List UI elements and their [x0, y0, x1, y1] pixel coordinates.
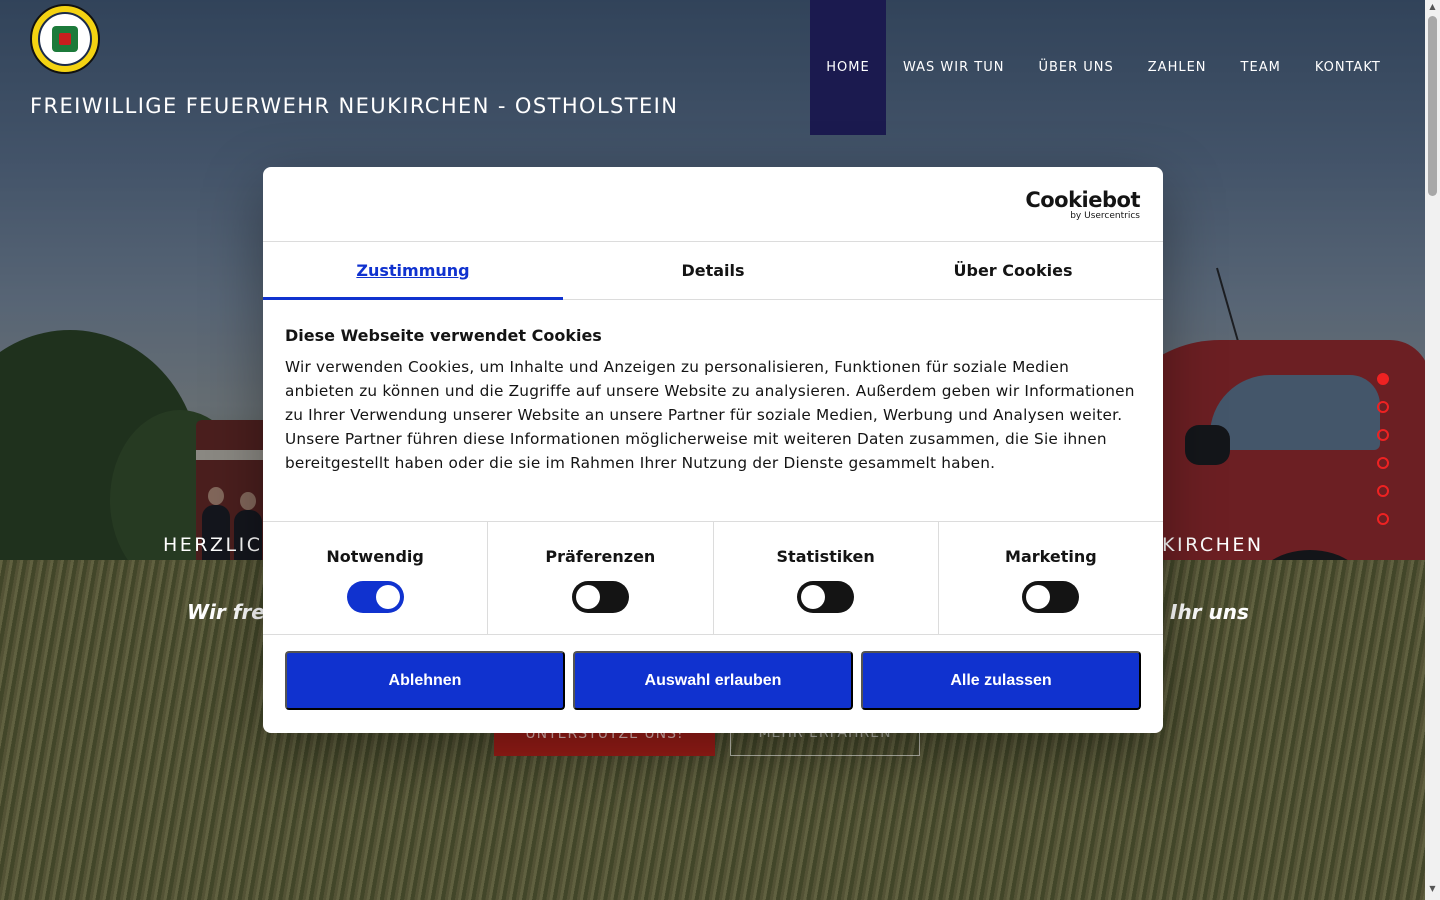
cookiebot-logo[interactable]: Cookiebot by Usercentrics: [1025, 189, 1140, 221]
tab-details[interactable]: Details: [563, 242, 863, 299]
nav-ueber-uns[interactable]: ÜBER UNS: [1021, 0, 1130, 135]
allow-all-button[interactable]: Alle zulassen: [861, 651, 1141, 710]
site-title[interactable]: FREIWILLIGE FEUERWEHR NEUKIRCHEN - OSTHO…: [30, 94, 678, 118]
dialog-tabs: Zustimmung Details Über Cookies: [263, 242, 1163, 300]
decline-button[interactable]: Ablehnen: [285, 651, 565, 710]
slider-dot-4[interactable]: [1377, 457, 1389, 469]
slider-dots: [1377, 373, 1389, 541]
toggle-label-notwendig: Notwendig: [326, 547, 424, 566]
toggle-label-statistiken: Statistiken: [776, 547, 875, 566]
consent-toggles: Notwendig Präferenzen Statistiken Market…: [263, 522, 1163, 635]
nav-kontakt[interactable]: KONTAKT: [1298, 0, 1398, 135]
scroll-down-arrow-icon[interactable]: ▼: [1425, 884, 1440, 896]
slider-dot-3[interactable]: [1377, 429, 1389, 441]
dialog-buttons: Ablehnen Auswahl erlauben Alle zulassen: [263, 635, 1163, 710]
toggle-group-marketing: Marketing: [939, 522, 1163, 634]
slider-dot-5[interactable]: [1377, 485, 1389, 497]
toggle-label-marketing: Marketing: [1005, 547, 1097, 566]
toggle-switch-notwendig[interactable]: [346, 581, 404, 613]
toggle-label-praeferenzen: Präferenzen: [545, 547, 656, 566]
slider-dot-2[interactable]: [1377, 401, 1389, 413]
toggle-switch-statistiken[interactable]: [797, 581, 855, 613]
cookie-consent-dialog: Cookiebot by Usercentrics Zustimmung Det…: [263, 167, 1163, 733]
fire-department-logo[interactable]: [30, 4, 100, 74]
slider-dot-6[interactable]: [1377, 513, 1389, 525]
dialog-heading: Diese Webseite verwendet Cookies: [285, 326, 602, 345]
hero-heading-right: KIRCHEN: [1162, 534, 1264, 556]
page-scrollbar[interactable]: ▲ ▼: [1425, 0, 1440, 900]
nav-was-wir-tun[interactable]: WAS WIR TUN: [886, 0, 1021, 135]
allow-selection-button[interactable]: Auswahl erlauben: [573, 651, 853, 710]
nav-home[interactable]: HOME: [810, 0, 886, 135]
dialog-body: Diese Webseite verwendet Cookies Wir ver…: [263, 300, 1163, 522]
tab-ueber-cookies[interactable]: Über Cookies: [863, 242, 1163, 299]
cookiebot-brand: Cookiebot: [1025, 188, 1140, 212]
nav-zahlen[interactable]: ZAHLEN: [1131, 0, 1224, 135]
toggle-group-notwendig: Notwendig: [263, 522, 489, 634]
nav-team[interactable]: TEAM: [1224, 0, 1298, 135]
tab-zustimmung[interactable]: Zustimmung: [263, 242, 563, 300]
slider-dot-1[interactable]: [1377, 373, 1389, 385]
scroll-up-arrow-icon[interactable]: ▲: [1425, 2, 1440, 14]
hero-heading-left: HERZLIC: [163, 534, 263, 556]
main-nav: HOME WAS WIR TUN ÜBER UNS ZAHLEN TEAM KO…: [810, 0, 1398, 135]
dialog-text: Wir verwenden Cookies, um Inhalte und An…: [285, 358, 1135, 472]
toggle-switch-marketing[interactable]: [1022, 581, 1080, 613]
scroll-thumb[interactable]: [1428, 16, 1437, 196]
toggle-switch-praeferenzen[interactable]: [571, 581, 629, 613]
toggle-group-statistiken: Statistiken: [714, 522, 939, 634]
dialog-header: Cookiebot by Usercentrics: [263, 167, 1163, 242]
cookiebot-by: by Usercentrics: [1070, 211, 1140, 221]
toggle-group-praeferenzen: Präferenzen: [488, 522, 714, 634]
hero-subtitle-right: Ihr uns: [1170, 600, 1249, 624]
